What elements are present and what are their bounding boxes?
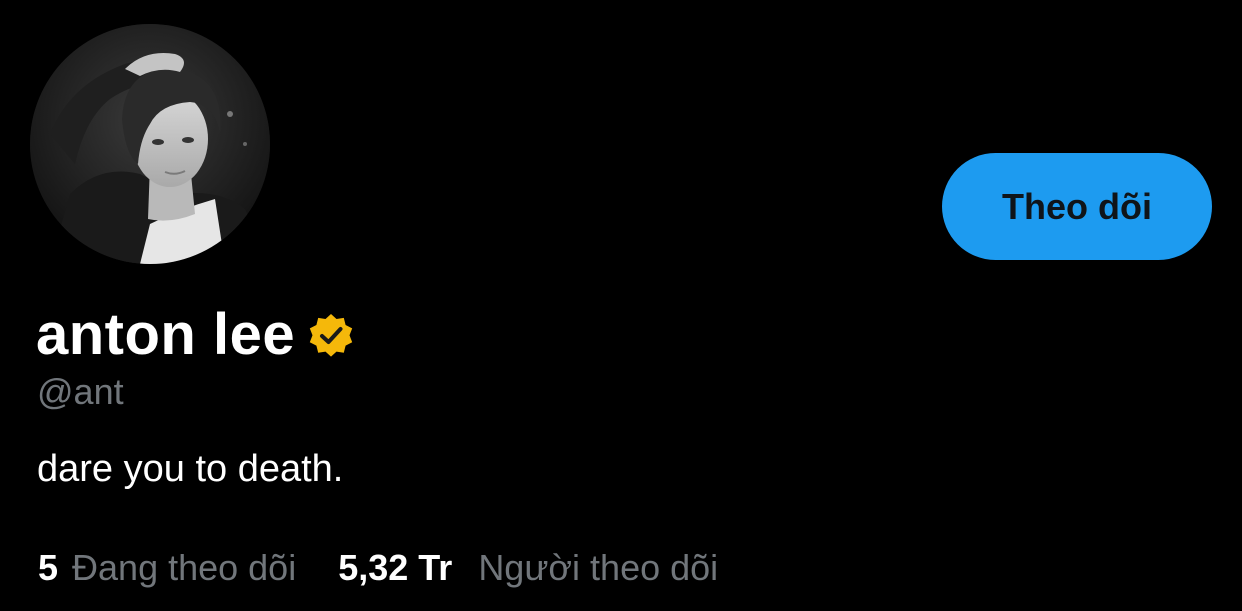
followers-link[interactable]: 5,32 Tr Người theo dõi bbox=[338, 550, 718, 586]
profile-bio: dare you to death. bbox=[37, 448, 344, 490]
follow-button[interactable]: Theo dõi bbox=[942, 153, 1212, 260]
verified-badge-icon[interactable] bbox=[305, 309, 357, 361]
profile-stats: 5 Đang theo dõi 5,32 Tr Người theo dõi bbox=[38, 550, 718, 586]
following-link[interactable]: 5 Đang theo dõi bbox=[38, 550, 296, 586]
followers-label: Người theo dõi bbox=[478, 547, 719, 588]
name-row: anton lee bbox=[36, 300, 357, 370]
display-name: anton lee bbox=[36, 302, 296, 367]
followers-count: 5,32 Tr bbox=[338, 547, 453, 588]
avatar[interactable] bbox=[30, 24, 270, 264]
following-count: 5 bbox=[38, 547, 59, 588]
user-handle: @ant bbox=[37, 371, 124, 412]
avatar-photo bbox=[30, 24, 270, 264]
following-label: Đang theo dõi bbox=[72, 547, 297, 588]
